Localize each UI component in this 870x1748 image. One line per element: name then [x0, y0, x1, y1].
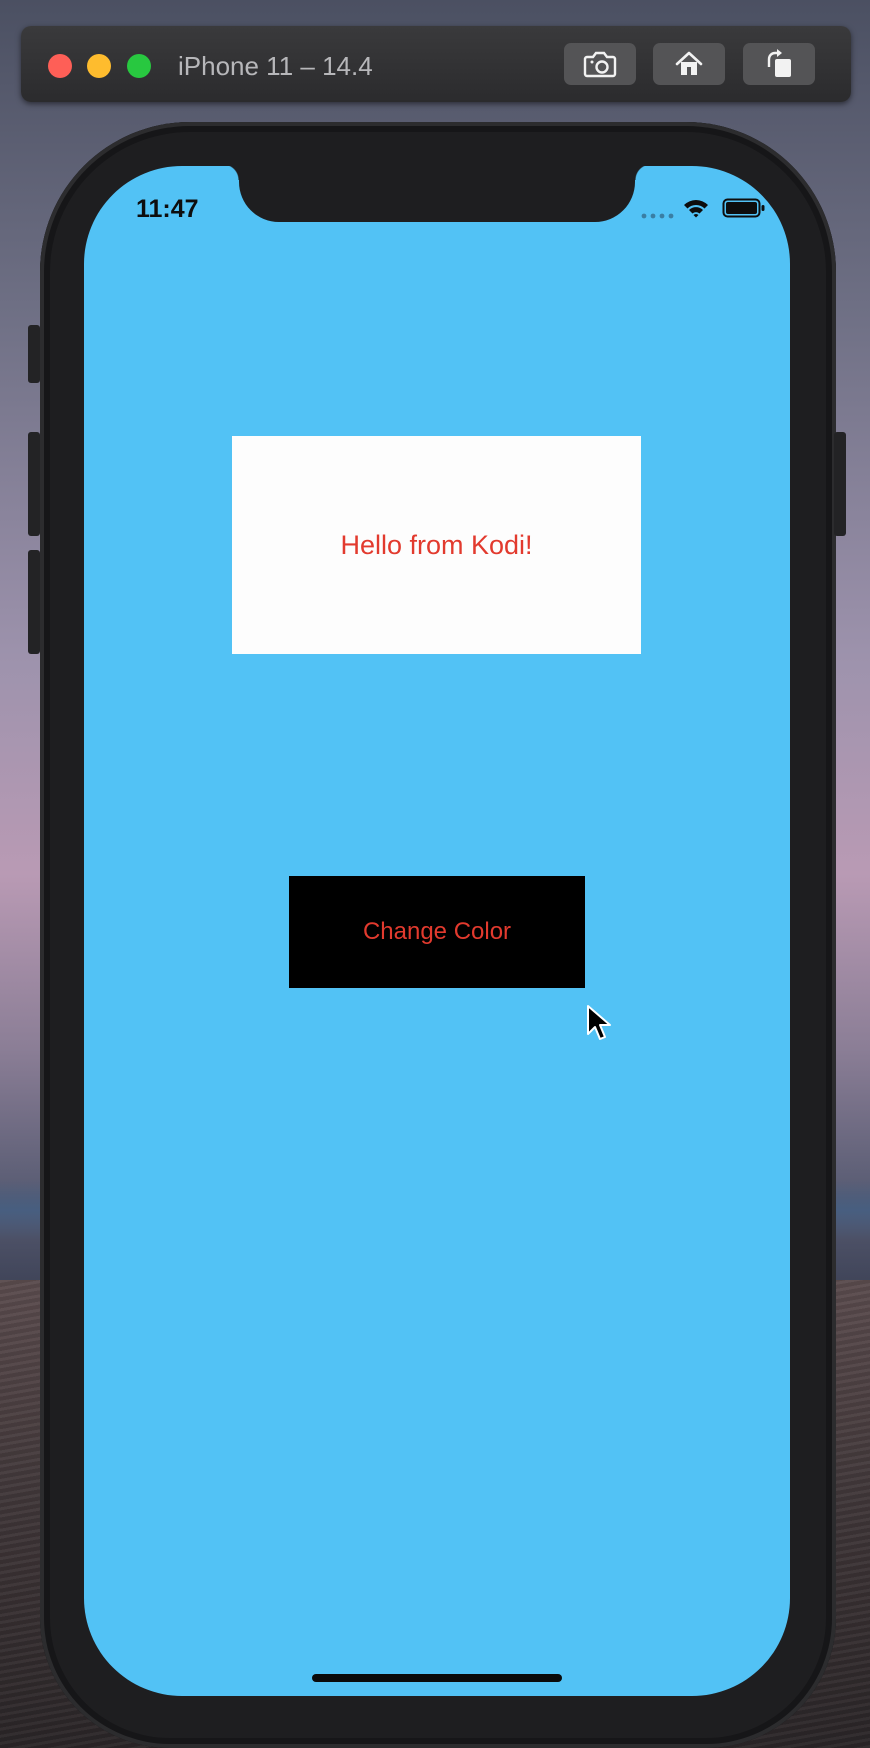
- app-screen: 11:47 Hello from Kodi! Change Color: [84, 166, 790, 1696]
- mute-switch[interactable]: [28, 325, 40, 383]
- change-color-label: Change Color: [362, 918, 512, 945]
- close-window-button[interactable]: [48, 54, 72, 78]
- hello-label-box: Hello from Kodi!: [232, 436, 641, 654]
- home-button[interactable]: [653, 43, 725, 85]
- screenshot-icon: [583, 51, 617, 78]
- volume-up-button[interactable]: [28, 432, 40, 536]
- minimize-window-button[interactable]: [87, 54, 111, 78]
- status-time: 11:47: [136, 195, 199, 223]
- signal-icon: [641, 213, 674, 219]
- hello-text: Hello from Kodi!: [340, 530, 533, 560]
- window-title: iPhone 11 – 14.4: [178, 51, 373, 81]
- mouse-cursor-icon: [587, 1005, 611, 1040]
- wifi-icon: [684, 200, 708, 218]
- volume-down-button[interactable]: [28, 550, 40, 654]
- status-icons: [640, 198, 768, 222]
- rotate-button[interactable]: [743, 43, 815, 85]
- simulator-title-bar: iPhone 11 – 14.4: [21, 26, 851, 102]
- change-color-button[interactable]: Change Color: [289, 876, 585, 988]
- screenshot-button[interactable]: [564, 43, 636, 85]
- rotate-icon: [767, 49, 791, 77]
- notch: [223, 166, 651, 222]
- power-button[interactable]: [834, 432, 846, 536]
- zoom-window-button[interactable]: [127, 54, 151, 78]
- battery-icon: [722, 198, 765, 218]
- home-icon: [675, 51, 703, 75]
- home-indicator[interactable]: [312, 1674, 562, 1682]
